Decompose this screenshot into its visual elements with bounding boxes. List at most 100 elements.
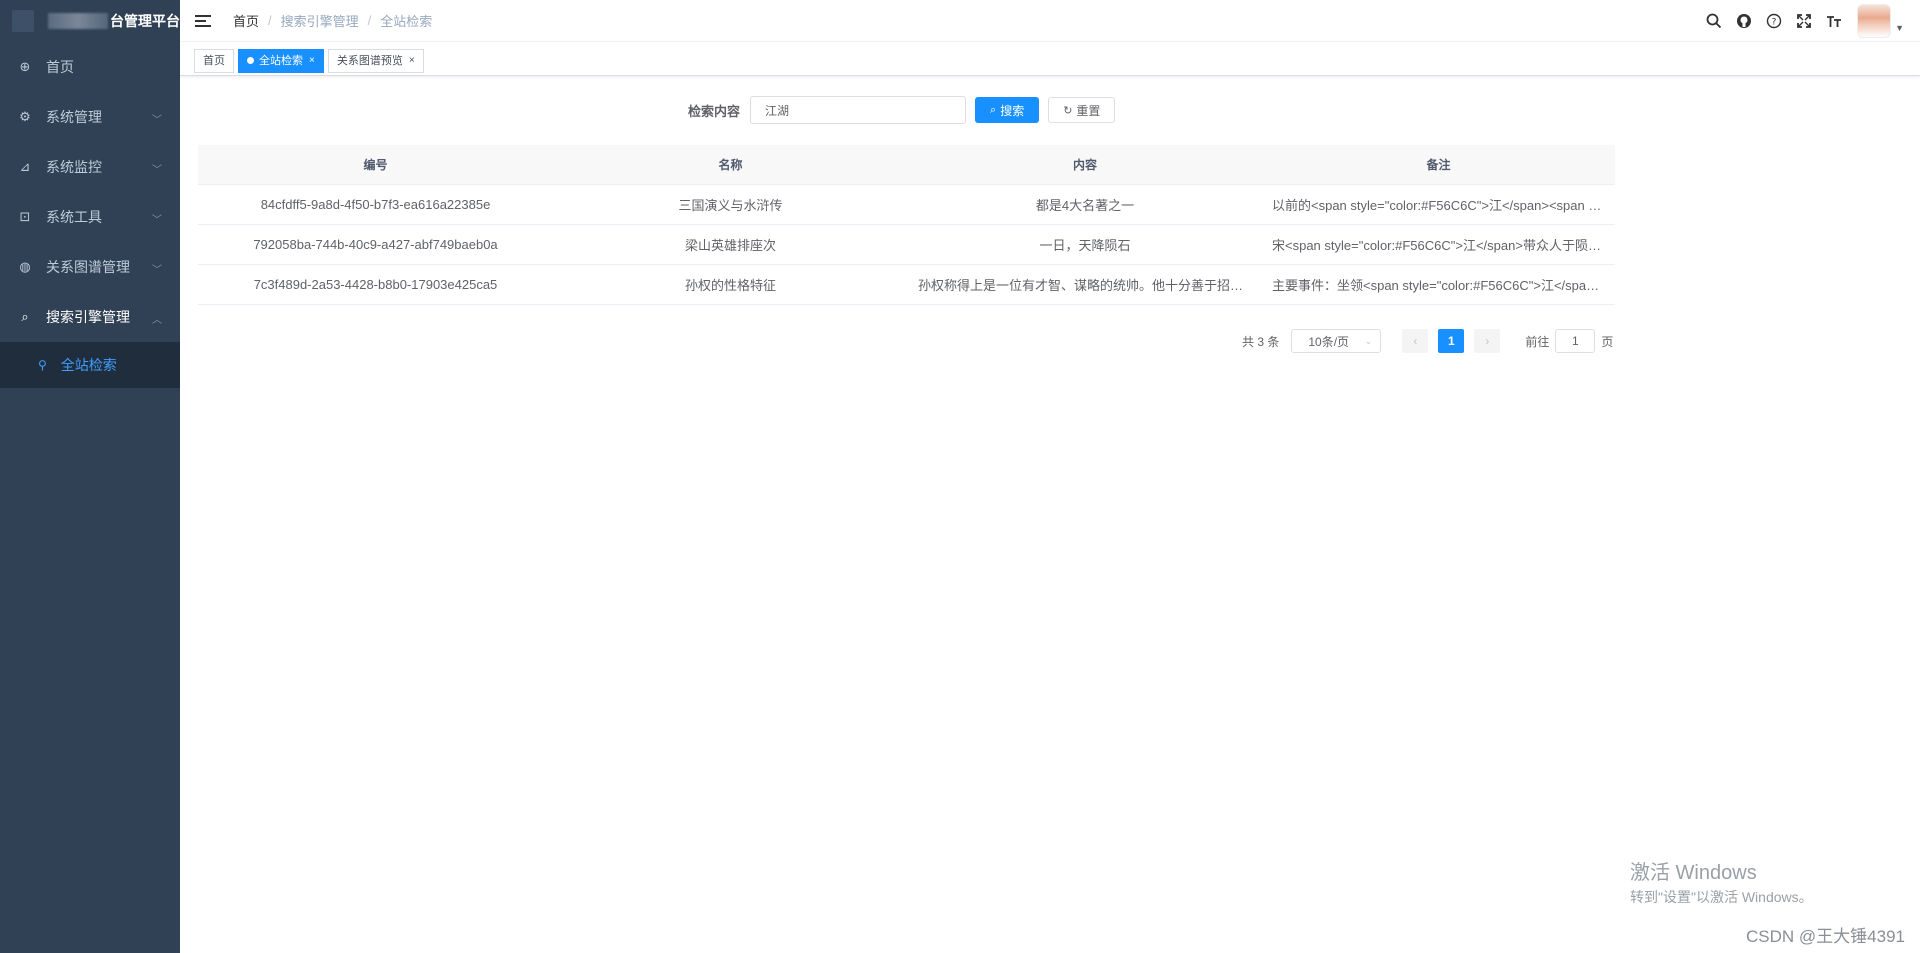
logo-icon: [12, 10, 34, 32]
table-cell: 主要事件：坐领<span style="color:#F56C6C">江</sp…: [1272, 278, 1614, 293]
tags-view: 首页 全站检索 × 关系图谱预览 ×: [180, 46, 1920, 76]
reset-button[interactable]: ↻ 重置: [1048, 97, 1116, 123]
sidebar-item-4[interactable]: ◍ 关系图谱管理 ﹀: [0, 242, 180, 292]
breadcrumb-separator: /: [367, 13, 372, 28]
table-row[interactable]: 7c3f489d-2a53-4428-b8b0-17903e425ca5 孙权的性…: [198, 265, 1615, 305]
font-size-icon[interactable]: [1819, 0, 1849, 42]
breadcrumb: 首页 / 搜索引擎管理 / 全站检索: [233, 11, 432, 30]
search-icon[interactable]: [1699, 0, 1729, 42]
csdn-credit: CSDN @王大锤4391: [1746, 927, 1905, 946]
column-header-id[interactable]: 编号: [198, 156, 553, 173]
table-cell: 宋<span style="color:#F56C6C">江</span>带众人…: [1272, 238, 1615, 253]
hamburger-icon[interactable]: [195, 13, 211, 29]
reset-button-label: 重置: [1076, 103, 1101, 118]
search-icon: ⌕: [21, 309, 29, 324]
watermark-title: 激活 Windows: [1630, 862, 1757, 884]
close-icon[interactable]: ×: [309, 50, 315, 72]
dashboard-icon: ⊕: [19, 59, 31, 74]
app-title: 台管理平台: [110, 13, 180, 29]
monitor-icon: ⊿: [19, 159, 31, 174]
chevron-down-icon: ⌄: [1364, 335, 1373, 346]
next-page-button[interactable]: ›: [1474, 329, 1501, 353]
logo-blurred-text: [48, 13, 108, 29]
page-size-select[interactable]: 10条/页 ⌄: [1291, 329, 1382, 353]
globe-icon: ◍: [19, 259, 31, 274]
search-input[interactable]: [750, 96, 967, 124]
sidebar-item-label: 首页: [46, 59, 74, 75]
search-label: 检索内容: [688, 103, 741, 119]
table-row[interactable]: 84cfdff5-9a8d-4f50-b7f3-ea616a22385e 三国演义…: [198, 185, 1615, 225]
search-button-label: 搜索: [1000, 103, 1025, 118]
column-header-content[interactable]: 内容: [908, 156, 1262, 173]
chevron-down-icon: ﹀: [152, 165, 162, 176]
table-row[interactable]: 792058ba-744b-40c9-a427-abf749baeb0a 梁山英雄…: [198, 225, 1615, 265]
watermark-subtitle: 转到"设置"以激活 Windows。: [1630, 889, 1813, 905]
table-cell: 三国演义与水浒传: [678, 198, 783, 213]
table-cell: 84cfdff5-9a8d-4f50-b7f3-ea616a22385e: [260, 197, 491, 212]
column-header-remark[interactable]: 备注: [1262, 156, 1615, 173]
tool-icon: ⊡: [19, 209, 31, 224]
breadcrumb-home[interactable]: 首页: [233, 11, 259, 30]
right-menu: ? ▼: [1699, 0, 1920, 42]
page-size-value: 10条/页: [1308, 334, 1350, 349]
table-cell: 一日，天降陨石: [1039, 238, 1131, 253]
tab-label: 全站检索: [259, 54, 303, 67]
page-unit: 页: [1601, 334, 1614, 349]
sidebar-menu: ⊕ 首页 ⚙ 系统管理 ﹀ ⊿ 系统监控 ﹀ ⊡ 系统工具 ﹀ ◍ 关系图谱管理 ﹀ ⌕ 搜索引擎管理 ︿ ⚲ 全站…: [0, 42, 180, 388]
breadcrumb-separator: /: [268, 13, 272, 28]
table-cell: 都是4大名著之一: [1035, 198, 1135, 213]
svg-text:?: ?: [1772, 18, 1777, 28]
search-icon: ⌕: [990, 103, 997, 116]
github-icon[interactable]: [1729, 0, 1759, 42]
pin-icon: ⚲: [38, 358, 47, 372]
navbar: 首页 / 搜索引擎管理 / 全站检索 ? ▼: [180, 0, 1920, 42]
sidebar-item-label: 系统监控: [46, 159, 102, 175]
sidebar-item-2[interactable]: ⊿ 系统监控 ﹀: [0, 142, 180, 192]
chevron-down-icon: ﹀: [152, 215, 162, 226]
breadcrumb-search-engine[interactable]: 搜索引擎管理: [281, 11, 359, 30]
table-body: 84cfdff5-9a8d-4f50-b7f3-ea616a22385e 三国演义…: [198, 185, 1615, 305]
tab-2[interactable]: 关系图谱预览 ×: [327, 48, 424, 73]
sidebar-item-label: 搜索引擎管理: [46, 309, 130, 325]
table-cell: 孙权的性格特征: [684, 278, 776, 293]
close-icon[interactable]: ×: [409, 50, 415, 72]
table-cell: 7c3f489d-2a53-4428-b8b0-17903e425ca5: [253, 277, 498, 292]
refresh-icon: ↻: [1063, 104, 1073, 117]
table-cell: 孙权称得上是一位有才智、谋略的统帅。他十分善于招揽人才: [918, 278, 1262, 293]
caret-down-icon[interactable]: ▼: [1895, 23, 1904, 33]
table-cell: 以前的<span style="color:#F56C6C">江</span><…: [1272, 198, 1615, 213]
tab-label: 首页: [203, 54, 225, 67]
tab-1[interactable]: 全站检索 ×: [238, 48, 324, 73]
sidebar-item-1[interactable]: ⚙ 系统管理 ﹀: [0, 92, 180, 142]
windows-activation-watermark: 激活 Windows 转到"设置"以激活 Windows。: [1630, 856, 1813, 907]
chevron-up-icon: ︿: [152, 315, 162, 326]
goto-page: 前往 页: [1525, 329, 1613, 353]
sidebar: 台管理平台 ⊕ 首页 ⚙ 系统管理 ﹀ ⊿ 系统监控 ﹀ ⊡ 系统工具 ﹀ ◍ 关系图谱管理 ﹀ ⌕ 搜索引擎…: [0, 0, 180, 953]
table-cell: 梁山英雄排座次: [684, 238, 776, 253]
logo[interactable]: 台管理平台: [0, 0, 180, 42]
help-icon[interactable]: ?: [1759, 0, 1789, 42]
pagination: 共 3 条 10条/页 ⌄ ‹ 1 › 前往 页: [1242, 329, 1613, 353]
avatar[interactable]: [1857, 4, 1892, 38]
prev-page-button[interactable]: ‹: [1402, 329, 1429, 353]
results-table: 编号 名称 内容 备注 84cfdff5-9a8d-4f50-b7f3-ea61…: [198, 145, 1615, 305]
gear-icon: ⚙: [19, 109, 31, 124]
sidebar-item-0[interactable]: ⊕ 首页: [0, 42, 180, 92]
tab-label: 关系图谱预览: [336, 54, 403, 67]
goto-page-input[interactable]: [1555, 329, 1596, 353]
table-header: 编号 名称 内容 备注: [198, 145, 1615, 185]
page-number-1[interactable]: 1: [1438, 329, 1465, 353]
breadcrumb-current: 全站检索: [380, 14, 433, 29]
fullscreen-icon[interactable]: [1789, 0, 1819, 42]
goto-label: 前往: [1525, 334, 1550, 349]
search-button[interactable]: ⌕ 搜索: [975, 97, 1040, 123]
submenu: ⚲ 全站检索: [0, 342, 180, 388]
column-header-name[interactable]: 名称: [553, 156, 908, 173]
sidebar-item-3[interactable]: ⊡ 系统工具 ﹀: [0, 192, 180, 242]
sidebar-subitem-site-search[interactable]: ⚲ 全站检索: [0, 342, 180, 388]
sidebar-subitem-label: 全站检索: [60, 357, 117, 373]
chevron-down-icon: ﹀: [152, 115, 162, 126]
tab-0[interactable]: 首页: [194, 48, 234, 73]
sidebar-item-label: 系统管理: [46, 109, 102, 125]
sidebar-item-5[interactable]: ⌕ 搜索引擎管理 ︿: [0, 292, 180, 342]
